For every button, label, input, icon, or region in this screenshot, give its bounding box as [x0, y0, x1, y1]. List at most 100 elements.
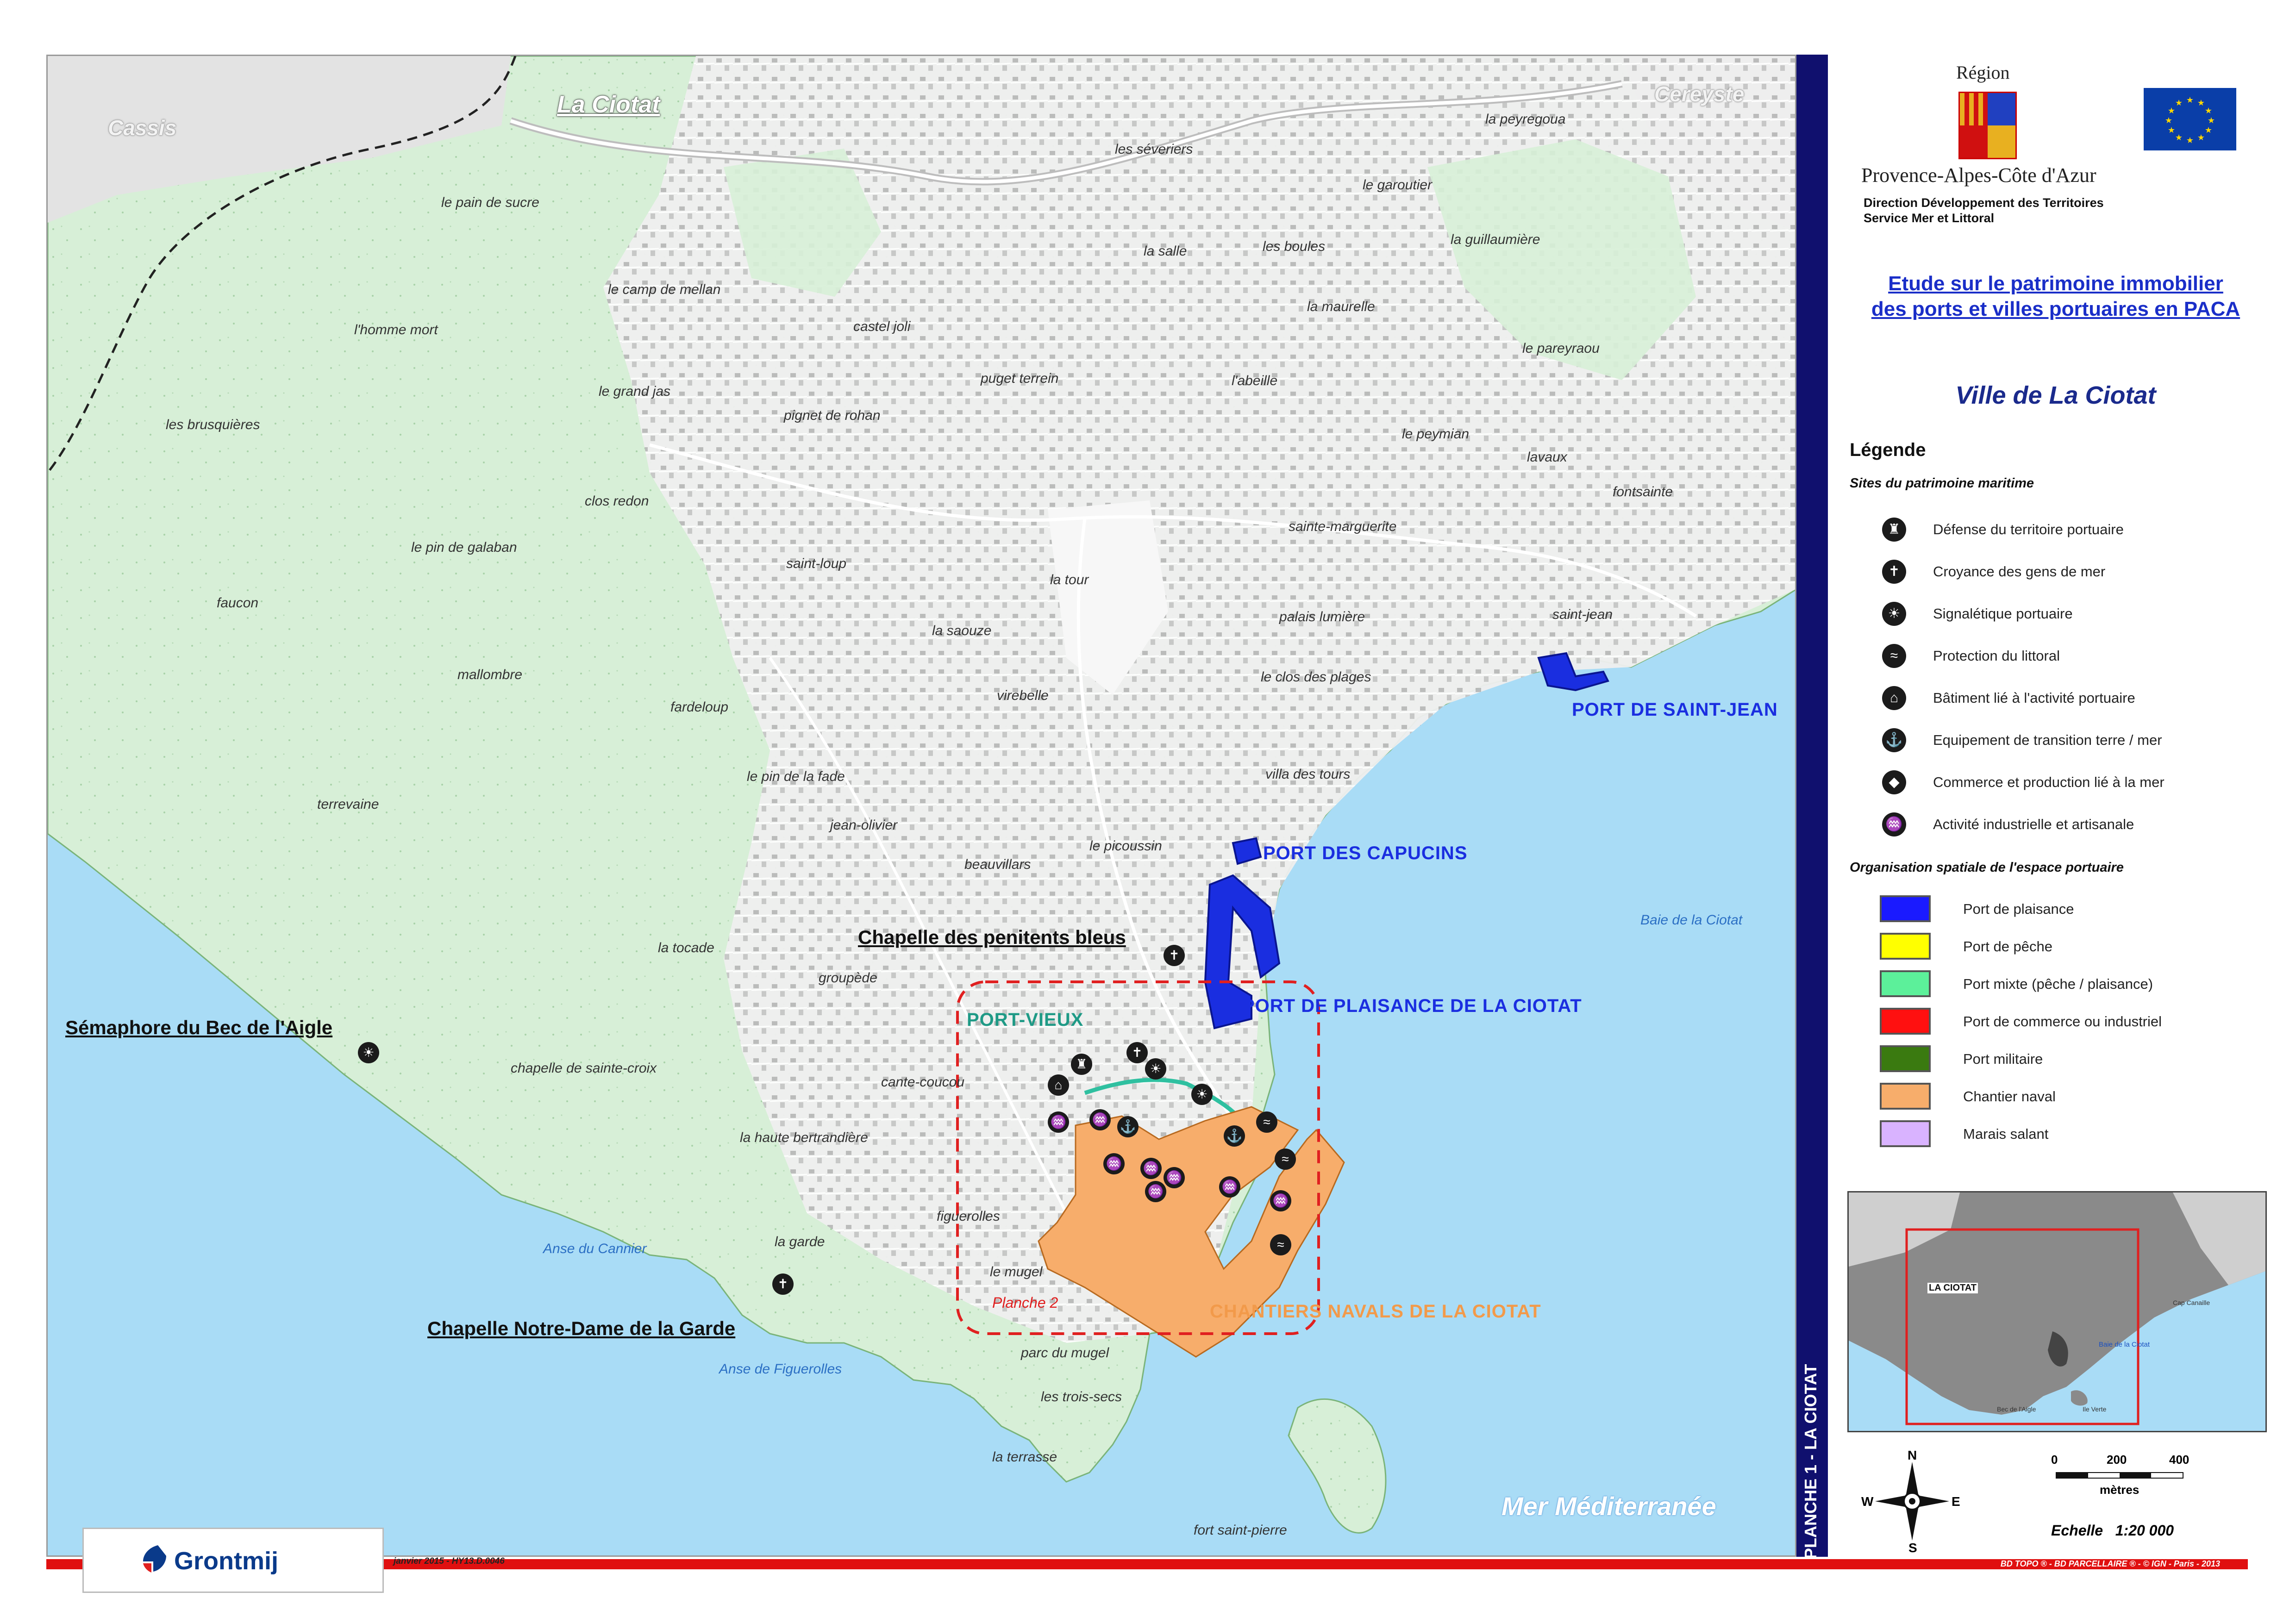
scale-tick-400: 400	[2169, 1453, 2190, 1467]
chapel-icon[interactable]: ✝	[1126, 1042, 1148, 1063]
legend-site-label: Protection du littoral	[1933, 648, 2060, 664]
place-la-salle: la salle	[1144, 243, 1187, 259]
label-port-plaisance: PORT DE PLAISANCE DE LA CIOTAT	[1242, 996, 1582, 1016]
chapel-icon: ✝	[1882, 560, 1906, 584]
factory-icon[interactable]: ♒	[1219, 1176, 1240, 1198]
svg-text:★: ★	[2175, 133, 2183, 143]
ramp-icon[interactable]: ⚓	[1117, 1116, 1139, 1137]
building-icon: ⌂	[1882, 686, 1906, 710]
legend-zone-swatch	[1880, 895, 1931, 922]
place-le-picoussin: le picoussin	[1089, 838, 1162, 854]
planche-strip: PLANCHE 1 - LA CIOTAT	[1796, 55, 1828, 1559]
place-le-pin-de-la-fade: le pin de la fade	[747, 769, 845, 784]
legend-site-row: ⌂ Bâtiment lié à l'activité portuaire	[1861, 681, 2269, 714]
legend-zone-row: Port militaire	[1861, 1042, 2269, 1075]
svg-text:★: ★	[2186, 136, 2194, 145]
wave-icon[interactable]: ≈	[1270, 1234, 1291, 1255]
place-mallombre: mallombre	[457, 667, 523, 682]
compass-s: S	[1908, 1541, 1917, 1555]
building-icon[interactable]: ⌂	[1048, 1074, 1069, 1096]
grontmij-logo-text: Grontmij	[174, 1547, 278, 1575]
place-la-guillaumiere: la guillaumière	[1451, 232, 1540, 247]
legend-site-label: Equipement de transition terre / mer	[1933, 732, 2162, 748]
place-le-garoutier: le garoutier	[1363, 177, 1433, 193]
place-le-grand-jas: le grand jas	[599, 384, 671, 399]
legend-site-row: ≈ Protection du littoral	[1861, 639, 2269, 672]
compass-e: E	[1952, 1494, 1960, 1509]
town-cereyste: Cereyste	[1654, 82, 1745, 106]
legend-site-row: ♒ Activité industrielle et artisanale	[1861, 808, 2269, 840]
direction-line-1: Direction Développement des Territoires	[1864, 196, 2104, 210]
legend-zone-label: Port de pêche	[1963, 938, 2053, 955]
place-castel-joli: castel joli	[853, 319, 911, 334]
label-port-saint-jean: PORT DE SAINT-JEAN	[1572, 699, 1778, 720]
factory-icon[interactable]: ♒	[1140, 1158, 1162, 1179]
svg-text:★: ★	[2205, 106, 2212, 116]
place-le-pain-de-sucre: le pain de sucre	[441, 195, 539, 210]
wave-icon[interactable]: ≈	[1256, 1111, 1277, 1133]
legend-zone-label: Marais salant	[1963, 1126, 2049, 1142]
legend-site-label: Activité industrielle et artisanale	[1933, 816, 2134, 832]
legend-zone-label: Port militaire	[1963, 1051, 2043, 1067]
place-la-haute-bertrandiere: la haute bertrandière	[740, 1130, 868, 1145]
city-title: Ville de La Ciotat	[1955, 381, 2156, 409]
place-le-peymian: le peymian	[1402, 426, 1470, 442]
factory-icon[interactable]: ♒	[1145, 1181, 1166, 1202]
inset-map[interactable]: LA CIOTAT Baie de la Ciotat Cap Canaille…	[1847, 1191, 2267, 1432]
factory-icon[interactable]: ♒	[1270, 1190, 1291, 1211]
landmark-semaphore: Sémaphore du Bec de l'Aigle	[65, 1017, 333, 1038]
place-fardeloup: fardeloup	[670, 699, 729, 715]
place-la-saouze: la saouze	[932, 623, 992, 638]
svg-text:★: ★	[2208, 116, 2215, 125]
place-chapelle-de-sainte-croix: chapelle de sainte-croix	[511, 1061, 657, 1076]
scale-graphic	[2056, 1472, 2183, 1479]
factory-icon: ♒	[1882, 812, 1906, 836]
compass-w: W	[1861, 1494, 1874, 1509]
place-le-camp-de-mellan: le camp de mellan	[608, 282, 721, 297]
fort-icon[interactable]: ♜	[1071, 1054, 1092, 1075]
factory-icon[interactable]: ♒	[1089, 1109, 1111, 1130]
wave-icon: ≈	[1882, 644, 1906, 668]
lighthouse-icon[interactable]: ☀	[358, 1042, 379, 1063]
legend-zone-row: Chantier naval	[1861, 1080, 2269, 1112]
inset-la-ciotat: LA CIOTAT	[1927, 1283, 1978, 1293]
wave-icon[interactable]: ≈	[1275, 1149, 1296, 1170]
scale-ratio: Echelle 1:20 000	[2051, 1522, 2174, 1539]
legend-zone-swatch	[1880, 1008, 1931, 1035]
grontmij-logo-icon	[139, 1543, 168, 1575]
label-chantiers-navals: CHANTIERS NAVALS DE LA CIOTAT	[1210, 1301, 1541, 1322]
place-fontsainte: fontsainte	[1613, 484, 1673, 499]
label-port-vieux: PORT-VIEUX	[967, 1010, 1084, 1030]
svg-text:★: ★	[2168, 125, 2175, 135]
legend-zone-swatch	[1880, 1045, 1931, 1072]
chapel-icon[interactable]: ✝	[772, 1273, 794, 1295]
sea-mer-mediterranee: Mer Méditerranée	[1501, 1492, 1716, 1521]
region-shield-icon	[1958, 92, 2017, 159]
sea-anse-figuerolles: Anse de Figuerolles	[719, 1361, 842, 1377]
ramp-icon: ⚓	[1882, 728, 1906, 752]
svg-text:★: ★	[2168, 106, 2175, 116]
inset-ile: Ile Verte	[2083, 1405, 2107, 1413]
map-area[interactable]: Cassis Cereyste La Ciotat le pain de suc…	[46, 55, 1796, 1557]
legend-zone-label: Port de commerce ou industriel	[1963, 1013, 2162, 1030]
place-fort-saint-pierre: fort saint-pierre	[1194, 1523, 1287, 1538]
lighthouse-icon[interactable]: ☀	[1191, 1084, 1213, 1105]
factory-icon[interactable]: ♒	[1048, 1111, 1069, 1133]
lighthouse-icon[interactable]: ☀	[1145, 1058, 1166, 1080]
compass-n: N	[1908, 1448, 1917, 1462]
chapel-icon[interactable]: ✝	[1164, 945, 1185, 966]
eu-flag-icon: ★ ★ ★ ★ ★ ★ ★ ★ ★ ★ ★ ★	[2144, 88, 2236, 150]
svg-text:★: ★	[2205, 125, 2212, 135]
place-virebelle: virebelle	[997, 688, 1049, 703]
factory-icon[interactable]: ♒	[1164, 1167, 1185, 1188]
place-groupede: groupède	[819, 970, 877, 986]
side-panel: Région Provence-Alpes-Côte d'Azur ★ ★ ★ ★ ★…	[1833, 55, 2278, 1557]
factory-icon[interactable]: ♒	[1103, 1153, 1125, 1174]
ramp-icon[interactable]: ⚓	[1224, 1125, 1245, 1147]
planche-2-label: Planche 2	[992, 1294, 1058, 1311]
place-figuerolles: figuerolles	[937, 1209, 1000, 1224]
place-l-homme-mort: l'homme mort	[354, 322, 438, 337]
legend-section-sites: Sites du patrimoine maritime	[1850, 476, 2034, 491]
scale-tick-200: 200	[2107, 1453, 2127, 1467]
svg-text:★: ★	[2197, 133, 2205, 143]
